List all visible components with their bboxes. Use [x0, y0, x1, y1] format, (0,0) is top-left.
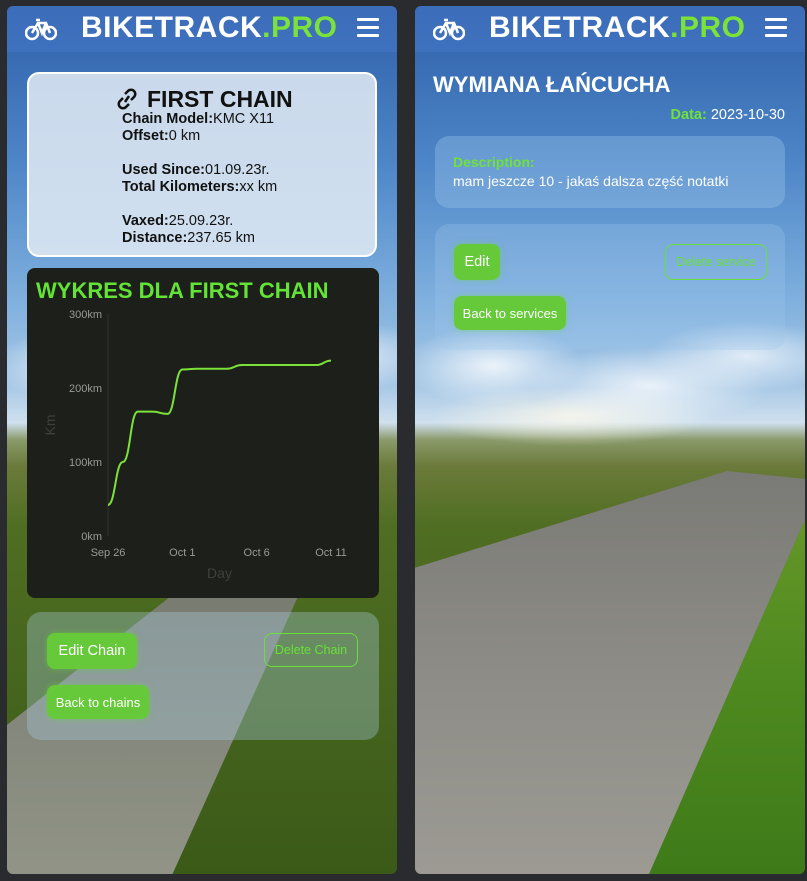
- x-tick-label: Sep 26: [91, 547, 126, 559]
- hamburger-menu-icon[interactable]: [765, 18, 787, 38]
- distance-line-chart: 0km 100km 200km 300km Sep 26 Oct 1 Oct 6 Oct 11…: [42, 309, 347, 581]
- y-tick-label: 100km: [69, 457, 102, 469]
- edit-chain-button[interactable]: Edit Chain: [47, 633, 137, 669]
- y-tick-label: 300km: [69, 309, 102, 321]
- brand-accent-text: .PRO: [262, 11, 338, 44]
- total-km-row: Total Kilometers:xx km: [122, 179, 278, 195]
- x-tick-label: Oct 1: [169, 547, 195, 559]
- vaxed-row: Vaxed:25.09.23r.: [122, 213, 234, 229]
- used-since-row: Used Since:01.09.23r.: [122, 162, 270, 178]
- x-tick-label: Oct 11: [315, 547, 347, 559]
- delete-service-button[interactable]: Delete service: [665, 244, 767, 280]
- chain-info-card: FIRST CHAIN Chain Model:KMC X11 Offset:0…: [27, 72, 377, 257]
- service-detail-screen: BIKETRACK.PRO WYMIANA ŁAŃCUCHA Data: 202…: [415, 6, 805, 874]
- back-to-services-button[interactable]: Back to services: [454, 296, 566, 330]
- description-text: mam jeszcze 10 - jakaś dalsza część nota…: [453, 173, 729, 189]
- chain-model-row: Chain Model:KMC X11: [122, 111, 275, 127]
- offset-row: Offset:0 km: [122, 128, 201, 144]
- chain-title: FIRST CHAIN: [147, 86, 293, 112]
- chain-chart-card: 0km 100km 200km 300km Sep 26 Oct 1 Oct 6 Oct 11…: [27, 268, 379, 598]
- service-date: Data: 2023-10-30: [670, 107, 785, 123]
- y-tick-label: 200km: [69, 383, 102, 395]
- chain-detail-screen: BIKETRACK.PRO FIRST CHAIN Chain Model:KM…: [7, 6, 397, 874]
- hamburger-menu-icon[interactable]: [357, 18, 379, 38]
- chain-actions-card: Edit Chain Delete Chain Back to chains: [27, 612, 379, 740]
- y-tick-label: 0km: [81, 531, 102, 543]
- service-title: WYMIANA ŁAŃCUCHA: [433, 72, 671, 97]
- chart-title: WYKRES DLA FIRST CHAIN: [36, 278, 329, 303]
- y-axis-label: Km: [42, 415, 58, 436]
- top-navbar: BIKETRACK.PRO: [7, 6, 397, 52]
- brand-main-text: BIKETRACK: [81, 11, 263, 44]
- brand-logo[interactable]: BIKETRACK.PRO: [81, 11, 338, 45]
- series-line: [107, 359, 332, 506]
- x-axis-label: Day: [207, 565, 232, 581]
- edit-service-button[interactable]: Edit: [454, 244, 500, 280]
- description-card: Description: mam jeszcze 10 - jakaś dals…: [435, 136, 785, 208]
- delete-chain-button[interactable]: Delete Chain: [264, 633, 358, 667]
- service-actions-card: Edit Delete service Back to services: [435, 224, 785, 350]
- bike-icon[interactable]: [433, 15, 465, 43]
- x-tick-label: Oct 6: [244, 547, 270, 559]
- bike-icon[interactable]: [25, 15, 57, 43]
- brand-logo[interactable]: BIKETRACK.PRO: [489, 11, 746, 45]
- back-to-chains-button[interactable]: Back to chains: [47, 685, 149, 719]
- brand-accent-text: .PRO: [670, 11, 746, 44]
- top-navbar: BIKETRACK.PRO: [415, 6, 805, 52]
- distance-row: Distance:237.65 km: [122, 230, 255, 246]
- brand-main-text: BIKETRACK: [489, 11, 671, 44]
- description-label: Description:: [453, 154, 535, 170]
